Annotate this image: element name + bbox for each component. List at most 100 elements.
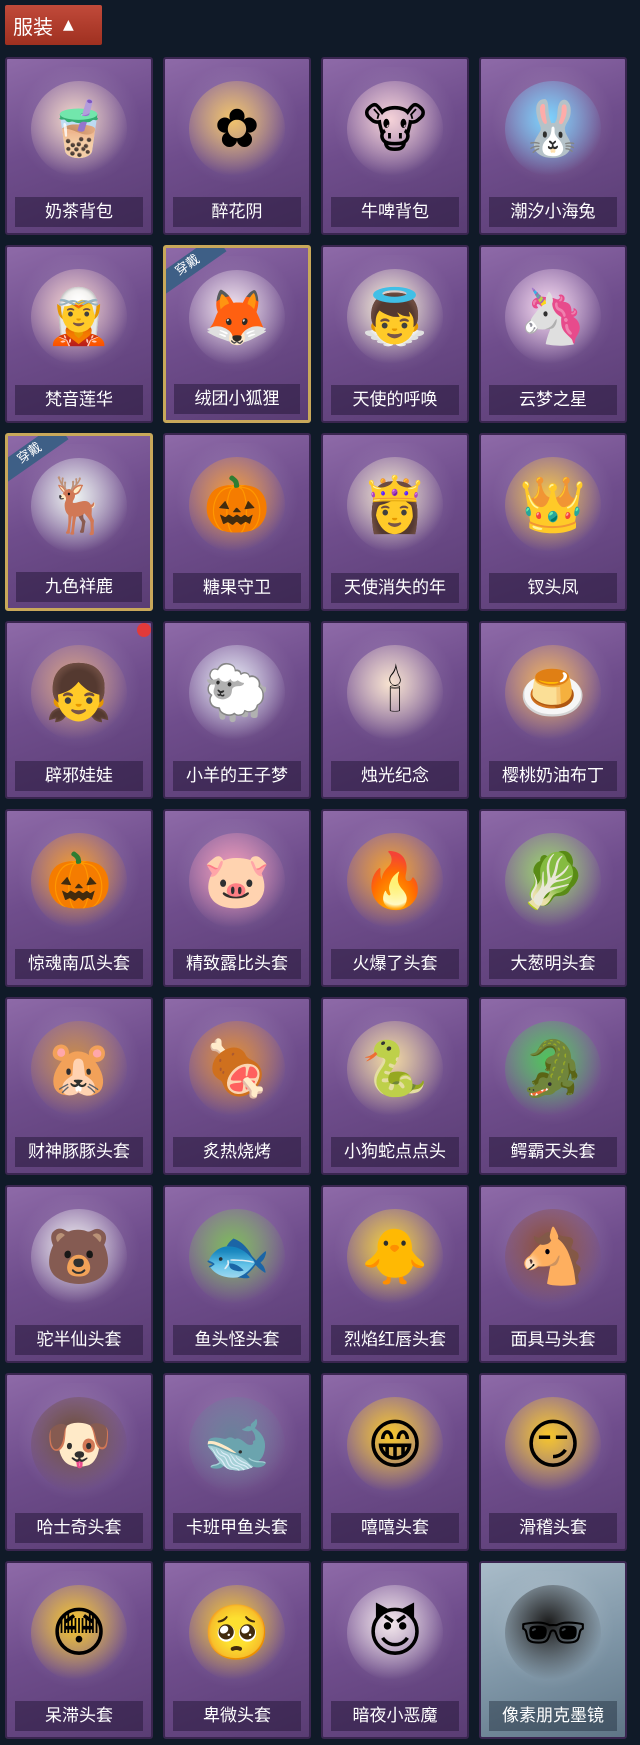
outfit-card[interactable]: 🕯 烛光纪念 [321, 621, 469, 799]
outfit-card[interactable]: 🐻 驼半仙头套 [5, 1185, 153, 1363]
outfit-card[interactable]: 🐮 牛啤背包 [321, 57, 469, 235]
outfit-name: 惊魂南瓜头套 [15, 949, 143, 979]
outfit-name: 鳄霸天头套 [489, 1137, 617, 1167]
outfit-thumbnail-icon: 👑 [505, 457, 601, 553]
outfit-name: 糖果守卫 [173, 573, 301, 603]
outfit-card[interactable]: 🔥 火爆了头套 [321, 809, 469, 987]
outfit-card[interactable]: 🐑 小羊的王子梦 [163, 621, 311, 799]
outfit-card[interactable]: 🍮 樱桃奶油布丁 [479, 621, 627, 799]
outfit-name: 面具马头套 [489, 1325, 617, 1355]
outfit-name: 奶茶背包 [15, 197, 143, 227]
outfit-card[interactable]: 😈 暗夜小恶魔 [321, 1561, 469, 1739]
outfit-card[interactable]: ✿ 醉花阴 [163, 57, 311, 235]
outfit-card[interactable]: 🐷 精致露比头套 [163, 809, 311, 987]
outfit-name: 烈焰红唇头套 [331, 1325, 459, 1355]
outfit-card[interactable]: 👼 天使的呼唤 [321, 245, 469, 423]
category-label: 服装 [13, 14, 53, 39]
outfit-thumbnail-icon: 🐍 [347, 1021, 443, 1117]
outfit-card[interactable]: 🎃 糖果守卫 [163, 433, 311, 611]
outfit-name: 像素朋克墨镜 [489, 1701, 617, 1731]
outfit-card[interactable]: 🦌 九色祥鹿 穿戴 [5, 433, 153, 611]
outfit-card[interactable]: 🧋 奶茶背包 [5, 57, 153, 235]
outfit-name: 小羊的王子梦 [173, 761, 301, 791]
outfit-name: 钗头凤 [489, 573, 617, 603]
outfit-name: 烛光纪念 [331, 761, 459, 791]
outfit-thumbnail-icon: ✿ [189, 81, 285, 177]
outfit-name: 辟邪娃娃 [15, 761, 143, 791]
outfit-name: 鱼头怪头套 [173, 1325, 301, 1355]
chevron-up-icon: ▲ [63, 17, 74, 33]
outfit-grid: 🧋 奶茶背包 ✿ 醉花阴 🐮 牛啤背包 🐰 潮汐小海兔 🧝 梵音莲华 🦊 绒团小狐狸 穿戴 👼 天使的呼唤 🦄… [5, 57, 635, 1739]
outfit-thumbnail-icon: 😈 [347, 1585, 443, 1681]
outfit-thumbnail-icon: 🐶 [31, 1397, 127, 1493]
outfit-thumbnail-icon: 🎃 [31, 833, 127, 929]
outfit-thumbnail-icon: 🦄 [505, 269, 601, 365]
outfit-card[interactable]: 🐴 面具马头套 [479, 1185, 627, 1363]
outfit-thumbnail-icon: 👼 [347, 269, 443, 365]
outfit-thumbnail-icon: 😁 [347, 1397, 443, 1493]
outfit-name: 精致露比头套 [173, 949, 301, 979]
outfit-card[interactable]: 🦄 云梦之星 [479, 245, 627, 423]
outfit-card[interactable]: 🐰 潮汐小海兔 [479, 57, 627, 235]
outfit-thumbnail-icon: 🥺 [189, 1585, 285, 1681]
outfit-card[interactable]: 🐥 烈焰红唇头套 [321, 1185, 469, 1363]
outfit-name: 财神豚豚头套 [15, 1137, 143, 1167]
outfit-name: 滑稽头套 [489, 1513, 617, 1543]
outfit-name: 梵音莲华 [15, 385, 143, 415]
outfit-card[interactable]: 🐟 鱼头怪头套 [163, 1185, 311, 1363]
outfit-thumbnail-icon: 🧋 [31, 81, 127, 177]
outfit-thumbnail-icon: 🐟 [189, 1209, 285, 1305]
outfit-thumbnail-icon: 🍮 [505, 645, 601, 741]
outfit-name: 九色祥鹿 [16, 572, 142, 602]
outfit-name: 云梦之星 [489, 385, 617, 415]
outfit-name: 樱桃奶油布丁 [489, 761, 617, 791]
outfit-thumbnail-icon: 🕶 [505, 1585, 601, 1681]
outfit-name: 小狗蛇点点头 [331, 1137, 459, 1167]
outfit-name: 牛啤背包 [331, 197, 459, 227]
outfit-thumbnail-icon: 🐑 [189, 645, 285, 741]
outfit-card[interactable]: 🦊 绒团小狐狸 穿戴 [163, 245, 311, 423]
outfit-card[interactable]: 😳 呆滞头套 [5, 1561, 153, 1739]
outfit-card[interactable]: 🍖 炙热烧烤 [163, 997, 311, 1175]
outfit-card[interactable]: 🥬 大葱明头套 [479, 809, 627, 987]
outfit-card[interactable]: 😏 滑稽头套 [479, 1373, 627, 1551]
outfit-thumbnail-icon: 🐥 [347, 1209, 443, 1305]
outfit-card[interactable]: 👸 天使消失的年 [321, 433, 469, 611]
outfit-thumbnail-icon: 🔥 [347, 833, 443, 929]
outfit-name: 卑微头套 [173, 1701, 301, 1731]
outfit-thumbnail-icon: 🐹 [31, 1021, 127, 1117]
outfit-thumbnail-icon: 🐴 [505, 1209, 601, 1305]
outfit-name: 嘻嘻头套 [331, 1513, 459, 1543]
outfit-thumbnail-icon: 🦊 [189, 270, 285, 366]
outfit-card[interactable]: 👧 辟邪娃娃 [5, 621, 153, 799]
outfit-name: 哈士奇头套 [15, 1513, 143, 1543]
outfit-thumbnail-icon: 🐋 [189, 1397, 285, 1493]
outfit-name: 大葱明头套 [489, 949, 617, 979]
outfit-card[interactable]: 🐹 财神豚豚头套 [5, 997, 153, 1175]
outfit-thumbnail-icon: 🕯 [347, 645, 443, 741]
outfit-thumbnail-icon: 😏 [505, 1397, 601, 1493]
outfit-card[interactable]: 🧝 梵音莲华 [5, 245, 153, 423]
outfit-thumbnail-icon: 🧝 [31, 269, 127, 365]
outfit-name: 卡班甲鱼头套 [173, 1513, 301, 1543]
outfit-thumbnail-icon: 🐷 [189, 833, 285, 929]
outfit-thumbnail-icon: 👧 [31, 645, 127, 741]
outfit-thumbnail-icon: 🐮 [347, 81, 443, 177]
outfit-card[interactable]: 🐊 鳄霸天头套 [479, 997, 627, 1175]
outfit-card[interactable]: 😁 嘻嘻头套 [321, 1373, 469, 1551]
outfit-name: 火爆了头套 [331, 949, 459, 979]
outfit-category-button[interactable]: 服装 ▲ [5, 5, 102, 45]
outfit-card[interactable]: 🐋 卡班甲鱼头套 [163, 1373, 311, 1551]
outfit-name: 呆滞头套 [15, 1701, 143, 1731]
outfit-card[interactable]: 🐶 哈士奇头套 [5, 1373, 153, 1551]
outfit-name: 醉花阴 [173, 197, 301, 227]
outfit-card[interactable]: 🎃 惊魂南瓜头套 [5, 809, 153, 987]
outfit-card[interactable]: 🕶 像素朋克墨镜 [479, 1561, 627, 1739]
outfit-thumbnail-icon: 👸 [347, 457, 443, 553]
outfit-thumbnail-icon: 🎃 [189, 457, 285, 553]
outfit-card[interactable]: 🐍 小狗蛇点点头 [321, 997, 469, 1175]
outfit-thumbnail-icon: 🐰 [505, 81, 601, 177]
outfit-card[interactable]: 👑 钗头凤 [479, 433, 627, 611]
outfit-card[interactable]: 🥺 卑微头套 [163, 1561, 311, 1739]
outfit-thumbnail-icon: 😳 [31, 1585, 127, 1681]
